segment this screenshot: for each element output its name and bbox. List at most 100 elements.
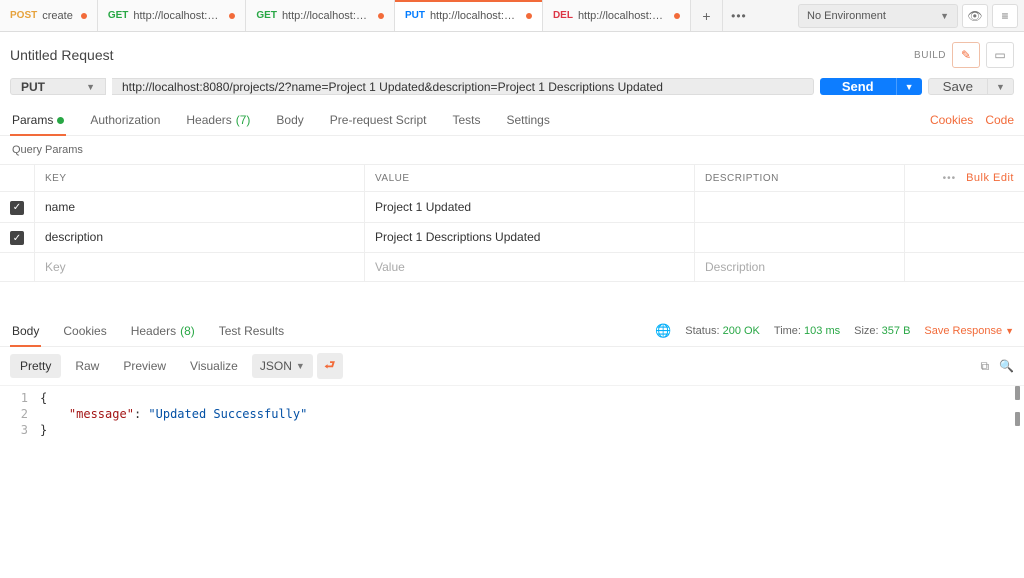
format-value: JSON xyxy=(260,359,292,373)
send-dropdown-button[interactable]: ▼ xyxy=(896,78,922,95)
status-value: 200 OK xyxy=(723,325,760,337)
resp-tab-headers[interactable]: Headers (8) xyxy=(129,316,197,346)
dirty-dot-icon xyxy=(526,13,532,19)
size-group: Size: 357 B xyxy=(854,325,910,337)
cookies-link[interactable]: Cookies xyxy=(930,113,973,127)
request-name[interactable]: Untitled Request xyxy=(10,47,114,63)
tab-params[interactable]: Params xyxy=(10,105,66,135)
th-key: KEY xyxy=(35,165,365,192)
tab-put-active[interactable]: PUT http://localhost:80... xyxy=(395,0,543,31)
table-row: ✓ name Project 1 Updated xyxy=(0,192,1024,223)
resp-tab-headers-count: (8) xyxy=(180,324,195,338)
tab-headers-label: Headers xyxy=(186,113,231,127)
tab-label: http://localhost:80... xyxy=(430,10,518,22)
time-value: 103 ms xyxy=(804,325,840,337)
view-pretty[interactable]: Pretty xyxy=(10,354,61,378)
tab-body[interactable]: Body xyxy=(274,105,305,135)
row-value-placeholder[interactable]: Value xyxy=(365,253,695,282)
method-label: GET xyxy=(108,10,129,21)
dirty-dot-icon xyxy=(674,13,680,19)
row-desc-cell[interactable] xyxy=(695,192,905,223)
row-desc-cell[interactable] xyxy=(695,222,905,253)
line-number: 1 xyxy=(0,390,40,406)
copy-icon: ⧉ xyxy=(980,359,989,373)
search-button[interactable]: 🔍 xyxy=(999,359,1014,374)
edit-button[interactable]: ✎ xyxy=(952,42,980,68)
row-key-cell[interactable]: description xyxy=(35,222,365,253)
response-status-area: 🌐 Status: 200 OK Time: 103 ms Size: 357 … xyxy=(655,323,1014,339)
chevron-down-icon: ▼ xyxy=(296,361,305,371)
chevron-down-icon: ▼ xyxy=(1005,326,1014,336)
top-bar: POST create GET http://localhost:80... G… xyxy=(0,0,1024,32)
view-raw[interactable]: Raw xyxy=(65,354,109,378)
row-desc-placeholder[interactable]: Description xyxy=(695,253,905,282)
checkbox-checked-icon: ✓ xyxy=(10,231,24,245)
response-tabs-left: Body Cookies Headers (8) Test Results xyxy=(10,316,286,346)
request-subtabs-left: Params Authorization Headers (7) Body Pr… xyxy=(10,105,552,135)
size-label: Size: xyxy=(854,325,878,337)
method-select[interactable]: PUT ▼ xyxy=(10,78,106,95)
tab-tests[interactable]: Tests xyxy=(450,105,482,135)
bulk-edit-link[interactable]: Bulk Edit xyxy=(966,172,1014,184)
env-quicklook-button[interactable]: 👁 xyxy=(962,4,988,28)
tab-get-2[interactable]: GET http://localhost:80... xyxy=(246,0,395,31)
copy-button[interactable]: ⧉ xyxy=(980,359,989,374)
environment-select[interactable]: No Environment ▼ xyxy=(798,4,958,28)
size-value: 357 B xyxy=(882,325,911,337)
response-body-area[interactable]: 1 { 2 "message": "Updated Successfully" … xyxy=(0,386,1024,442)
save-dropdown-button[interactable]: ▼ xyxy=(988,78,1014,95)
view-visualize[interactable]: Visualize xyxy=(180,354,248,378)
tab-label: create xyxy=(42,10,73,22)
request-subtabs: Params Authorization Headers (7) Body Pr… xyxy=(0,105,1024,136)
row-checkbox-cell[interactable]: ✓ xyxy=(0,192,35,223)
environment-selected-label: No Environment xyxy=(807,10,886,22)
add-tab-button[interactable]: + xyxy=(691,0,723,31)
row-value-cell[interactable]: Project 1 Descriptions Updated xyxy=(365,222,695,253)
code-brace: } xyxy=(40,423,47,437)
tab-post-create[interactable]: POST create xyxy=(0,0,98,31)
tab-headers[interactable]: Headers (7) xyxy=(184,105,252,135)
globe-icon[interactable]: 🌐 xyxy=(655,323,671,339)
url-input[interactable]: http://localhost:8080/projects/2?name=Pr… xyxy=(112,78,814,95)
comments-button[interactable]: ▭ xyxy=(986,42,1014,68)
request-tabs-container: POST create GET http://localhost:80... G… xyxy=(0,0,792,31)
more-tabs-button[interactable]: ••• xyxy=(723,0,755,31)
resp-tab-cookies[interactable]: Cookies xyxy=(61,316,108,346)
save-button-group: Save ▼ xyxy=(928,78,1014,95)
tab-prerequest[interactable]: Pre-request Script xyxy=(328,105,429,135)
time-label: Time: xyxy=(774,325,801,337)
time-group: Time: 103 ms xyxy=(774,325,840,337)
scroll-minimap xyxy=(1015,386,1020,426)
code-line: 1 { xyxy=(0,390,1024,406)
send-button[interactable]: Send xyxy=(820,78,896,95)
code-brace: { xyxy=(40,391,47,405)
body-toolbar: Pretty Raw Preview Visualize JSON ▼ ⮐ ⧉ … xyxy=(0,347,1024,386)
method-selected-value: PUT xyxy=(21,80,45,94)
column-options-button[interactable]: ••• xyxy=(943,173,957,184)
save-button[interactable]: Save xyxy=(928,78,988,95)
format-select[interactable]: JSON ▼ xyxy=(252,354,313,378)
row-checkbox-cell[interactable]: ✓ xyxy=(0,222,35,253)
save-response-button[interactable]: Save Response ▼ xyxy=(924,325,1014,337)
row-actions-cell xyxy=(904,222,1024,253)
row-key-placeholder[interactable]: Key xyxy=(35,253,365,282)
tab-settings[interactable]: Settings xyxy=(505,105,552,135)
tab-headers-count: (7) xyxy=(236,113,251,127)
dirty-dot-icon xyxy=(81,13,87,19)
tab-del[interactable]: DEL http://localhost:80... xyxy=(543,0,691,31)
view-preview[interactable]: Preview xyxy=(113,354,176,378)
tab-get-1[interactable]: GET http://localhost:80... xyxy=(98,0,247,31)
th-value: VALUE xyxy=(365,165,695,192)
wrap-line-button[interactable]: ⮐ xyxy=(317,353,343,379)
env-settings-button[interactable]: ≡ xyxy=(992,4,1018,28)
tab-authorization[interactable]: Authorization xyxy=(88,105,162,135)
row-value-cell[interactable]: Project 1 Updated xyxy=(365,192,695,223)
sliders-icon: ≡ xyxy=(1001,9,1008,23)
resp-tab-body[interactable]: Body xyxy=(10,316,41,346)
code-link[interactable]: Code xyxy=(985,113,1014,127)
row-checkbox-cell[interactable] xyxy=(0,253,35,282)
resp-tab-tests[interactable]: Test Results xyxy=(217,316,286,346)
build-area: BUILD ✎ ▭ xyxy=(914,42,1014,68)
code-line: 3 } xyxy=(0,422,1024,438)
row-key-cell[interactable]: name xyxy=(35,192,365,223)
